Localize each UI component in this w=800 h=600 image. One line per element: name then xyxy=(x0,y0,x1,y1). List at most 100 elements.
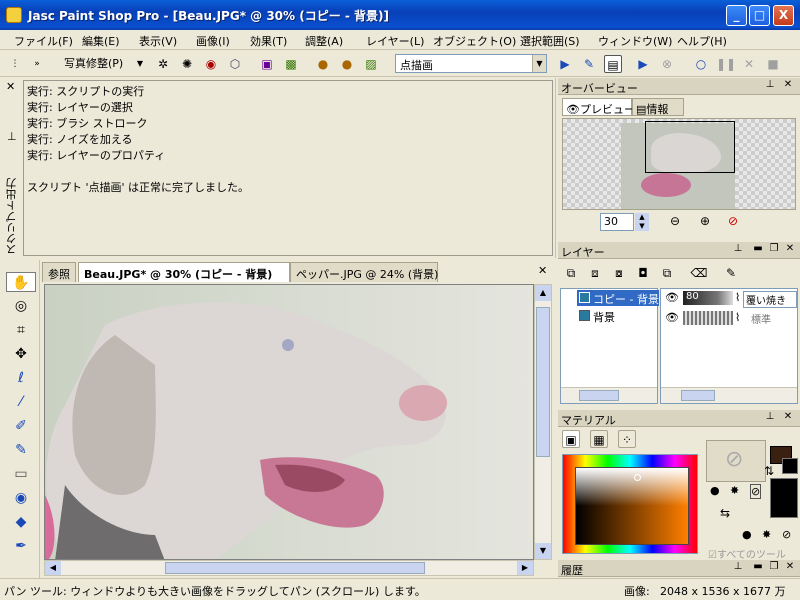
record-icon[interactable]: ○ xyxy=(692,55,710,73)
new-vector-layer-icon[interactable]: ⧈ xyxy=(586,264,604,282)
menu-image[interactable]: 画像(I) xyxy=(196,33,230,49)
person-alt-icon[interactable]: ● xyxy=(338,55,356,73)
chevron-down-icon[interactable]: ▼ xyxy=(535,543,551,559)
overview-preview[interactable] xyxy=(562,118,796,210)
visibility-eye-icon[interactable]: 👁 xyxy=(665,311,679,324)
eraser-tool-icon[interactable]: ◆ xyxy=(6,512,36,532)
frame-tab-icon[interactable]: ▣ xyxy=(562,430,580,448)
close-icon[interactable]: ✕ xyxy=(782,411,794,422)
cube-icon[interactable]: ⬡ xyxy=(226,55,244,73)
pin-icon[interactable]: ⊥ xyxy=(764,411,776,422)
script-output-text[interactable]: 実行: スクリプトの実行 実行: レイヤーの選択 実行: ブラシ ストローク 実… xyxy=(23,80,553,256)
menu-help[interactable]: ヘルプ(H) xyxy=(677,33,727,49)
stop-icon[interactable]: ■ xyxy=(764,55,782,73)
chevron-up-icon[interactable]: ▲ xyxy=(535,285,551,301)
close-icon[interactable]: ✕ xyxy=(538,264,547,277)
title-bar[interactable]: Jasc Paint Shop Pro - [Beau.JPG* @ 30% (… xyxy=(0,0,800,30)
background-fill-swatch[interactable] xyxy=(770,478,798,518)
color-picker[interactable] xyxy=(562,454,698,554)
script-select[interactable]: 点描画 ▼ xyxy=(395,54,547,73)
chevron-right-icon[interactable]: ▶ xyxy=(517,561,533,575)
bg-gradient-mode-icon[interactable]: ✸ xyxy=(762,528,771,541)
chevron-left-icon[interactable]: ◀ xyxy=(45,561,61,575)
delete-layer-icon[interactable]: ⌫ xyxy=(690,264,708,282)
new-adjust-layer-icon[interactable]: ⧇ xyxy=(610,264,628,282)
pin-icon[interactable]: ⊥ xyxy=(732,243,744,254)
person-icon[interactable]: ● xyxy=(314,55,332,73)
vertical-scroll-thumb[interactable] xyxy=(536,307,550,457)
restore-icon[interactable]: ❐ xyxy=(768,243,780,254)
toolbar-grip[interactable]: ⋮ xyxy=(6,55,24,73)
shape-tool-icon[interactable]: ▭ xyxy=(6,464,36,484)
pin-icon[interactable]: ⊥ xyxy=(732,561,744,572)
layer-properties-icon[interactable]: ✎ xyxy=(722,264,740,282)
close-icon[interactable]: ✕ xyxy=(784,243,796,254)
pin-icon[interactable]: ⊥ xyxy=(7,130,17,143)
zoom-in-icon[interactable]: ⊕ xyxy=(700,214,710,228)
menu-effects[interactable]: 効果(T) xyxy=(250,33,287,49)
paint-brush-icon[interactable]: ✐ xyxy=(6,416,36,436)
horizontal-scrollbar[interactable] xyxy=(661,387,797,403)
chevron-down-icon[interactable]: ▼ xyxy=(131,55,149,73)
color-square[interactable] xyxy=(575,467,689,545)
menu-view[interactable]: 表示(V) xyxy=(139,33,177,49)
image-canvas[interactable] xyxy=(44,284,534,560)
layer-row[interactable]: 背景 xyxy=(577,308,659,324)
style-swatch[interactable]: ⊘ xyxy=(706,440,766,482)
run-script-icon[interactable]: ▶ xyxy=(556,55,574,73)
photo-fix-menu[interactable]: 写真修整(P) xyxy=(46,55,138,73)
app-icon[interactable] xyxy=(6,7,22,23)
lock-icon[interactable]: ⌇ xyxy=(735,311,740,324)
opacity-slider[interactable]: 80 xyxy=(683,291,733,305)
minimize-icon[interactable]: ▬ xyxy=(752,243,764,254)
blend-mode-select[interactable]: 覆い焼き xyxy=(743,291,797,308)
tab-beau[interactable]: Beau.JPG* @ 30% (コピー - 背景) xyxy=(78,262,290,282)
landscape-icon[interactable]: ▩ xyxy=(282,55,300,73)
close-icon[interactable]: ✕ xyxy=(782,79,794,90)
tab-info[interactable]: ▤情報 xyxy=(632,98,684,116)
close-button[interactable]: X xyxy=(773,5,794,26)
layer-row[interactable]: コピー - 背景 xyxy=(577,290,659,306)
viewport-rect[interactable] xyxy=(645,121,735,173)
toolbar-overflow-icon[interactable]: » xyxy=(28,55,46,73)
crop-tool-icon[interactable]: ⌗ xyxy=(6,320,36,340)
menu-adjust[interactable]: 調整(A) xyxy=(305,33,343,49)
minimize-icon[interactable]: ▬ xyxy=(752,561,764,572)
horizontal-scrollbar[interactable] xyxy=(561,387,657,403)
menu-selections[interactable]: 選択範囲(S) xyxy=(520,33,580,49)
menu-layers[interactable]: レイヤー(L) xyxy=(366,33,424,49)
scene-icon[interactable]: ▨ xyxy=(362,55,380,73)
move-tool-icon[interactable]: ✥ xyxy=(6,344,36,364)
vertical-scrollbar[interactable]: ▲ ▼ xyxy=(534,284,552,560)
zoom-out-icon[interactable]: ⊖ xyxy=(670,214,680,228)
swap-icon[interactable]: ⇆ xyxy=(720,506,730,520)
maximize-button[interactable]: □ xyxy=(749,5,770,26)
close-icon[interactable]: ✕ xyxy=(6,80,15,93)
swap-colors-icon[interactable]: ⇅ xyxy=(764,464,774,478)
opacity-slider[interactable] xyxy=(683,311,733,325)
visibility-eye-icon[interactable]: 👁 xyxy=(665,291,679,304)
stop-script-icon[interactable]: ⊗ xyxy=(658,55,676,73)
enhance-icon[interactable]: ✲ xyxy=(154,55,172,73)
tab-preview[interactable]: 👁プレビュー xyxy=(562,98,635,116)
cancel-icon[interactable]: ✕ xyxy=(740,55,758,73)
clone-brush-icon[interactable]: ✎ xyxy=(6,440,36,460)
lock-icon[interactable]: ⌇ xyxy=(735,291,740,304)
horizontal-scroll-thumb[interactable] xyxy=(165,562,425,574)
background-color-swatch[interactable] xyxy=(782,458,798,474)
swatch-tab-icon[interactable]: ⁘ xyxy=(618,430,636,448)
horizontal-scrollbar[interactable]: ◀ ▶ xyxy=(44,560,534,576)
close-icon[interactable]: ✕ xyxy=(784,561,796,572)
zoom-reset-icon[interactable]: ⊘ xyxy=(728,214,738,228)
lasso-tool-icon[interactable]: ℓ xyxy=(6,368,36,388)
tab-reference[interactable]: 参照 xyxy=(42,262,76,282)
tab-pepper[interactable]: ペッパー.JPG @ 24% (背景) xyxy=(290,262,438,282)
restore-icon[interactable]: ❐ xyxy=(768,561,780,572)
portrait-icon[interactable]: ▣ xyxy=(258,55,276,73)
script-edit-icon[interactable]: ✎ xyxy=(580,55,598,73)
gradient-mode-icon[interactable]: ✸ xyxy=(730,484,739,497)
all-tools-checkbox[interactable]: ☑すべてのツール xyxy=(708,546,786,561)
menu-window[interactable]: ウィンドウ(W) xyxy=(598,33,672,49)
rainbow-tab-icon[interactable]: ▦ xyxy=(590,430,608,448)
run-script-alt-icon[interactable]: ▶ xyxy=(634,55,652,73)
